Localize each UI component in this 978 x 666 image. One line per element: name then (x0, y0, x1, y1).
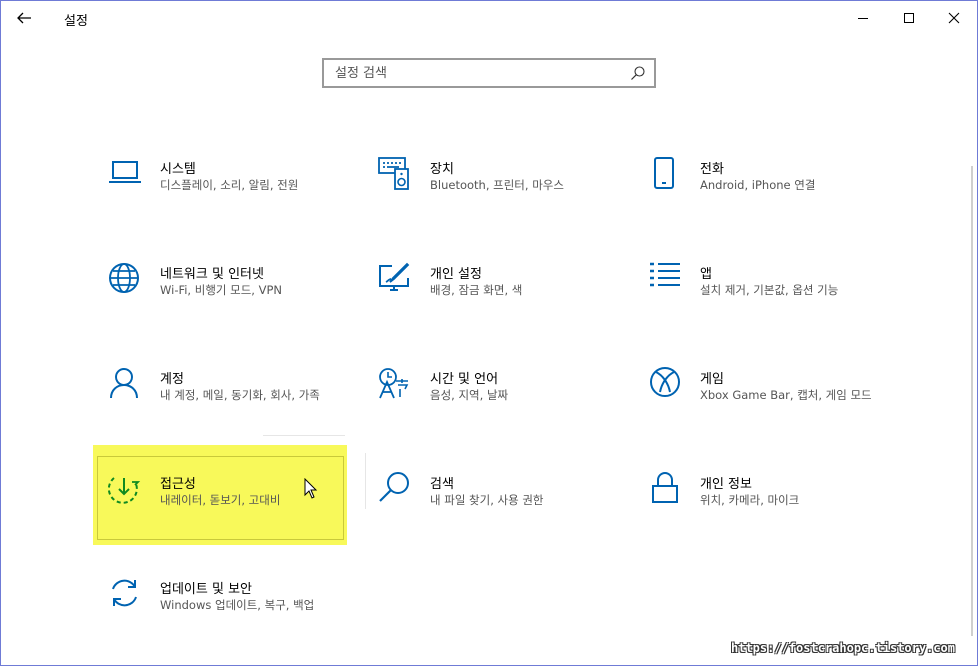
close-button[interactable] (934, 4, 974, 32)
tile-description: 위치, 카메라, 마이크 (700, 493, 800, 507)
tile-title: 업데이트 및 보안 (160, 582, 252, 597)
watermark: https://fostcrahopc.tistory.com (731, 641, 955, 655)
tile-title: 접근성 (160, 477, 196, 492)
person-icon (110, 368, 138, 399)
title-bar: 설정 (1, 1, 977, 35)
tile-title: 전화 (700, 162, 724, 177)
tile-title: 앱 (700, 267, 712, 282)
lock-icon (652, 472, 678, 503)
tile-title: 개인 정보 (700, 477, 752, 492)
tile-title: 장치 (430, 162, 454, 177)
tile-personalization[interactable]: 개인 설정 배경, 잠금 화면, 색 (378, 262, 628, 352)
settings-window: 설정 시스템 (0, 0, 978, 666)
minimize-button[interactable] (843, 4, 883, 32)
laptop-icon (109, 161, 141, 183)
tile-title: 계정 (160, 372, 184, 387)
maximize-button[interactable] (889, 4, 929, 32)
tile-description: 음성, 지역, 날짜 (430, 388, 509, 402)
magnifier-icon (379, 472, 409, 502)
tile-description: 배경, 잠금 화면, 색 (430, 283, 523, 297)
search-icon[interactable] (630, 65, 646, 81)
tile-description: 디스플레이, 소리, 알림, 전원 (160, 178, 299, 192)
scrollbar[interactable] (971, 166, 973, 636)
tile-description: Wi-Fi, 비행기 모드, VPN (160, 283, 283, 297)
tile-network[interactable]: 네트워크 및 인터넷 Wi-Fi, 비행기 모드, VPN (108, 262, 358, 352)
tile-ease-of-access[interactable]: 접근성 내레이터, 돋보기, 고대비 (108, 472, 358, 562)
tile-gaming[interactable]: 게임 Xbox Game Bar, 캡처, 게임 모드 (648, 367, 898, 457)
search-input[interactable] (324, 60, 625, 86)
tile-accounts[interactable]: 계정 내 계정, 메일, 동기화, 회사, 가족 (108, 367, 358, 457)
back-arrow-icon (17, 12, 31, 24)
phone-icon (654, 157, 674, 189)
tile-title: 개인 설정 (430, 267, 482, 282)
sync-icon (112, 579, 137, 607)
tile-description: Bluetooth, 프린터, 마우스 (430, 178, 564, 192)
tile-time-language[interactable]: 시간 및 언어 음성, 지역, 날짜 (378, 367, 628, 457)
tile-phone[interactable]: 전화 Android, iPhone 연결 (648, 157, 898, 247)
close-icon (948, 12, 960, 24)
tile-description: Android, iPhone 연결 (700, 178, 816, 192)
app-title: 설정 (64, 14, 88, 29)
tile-description: 설치 제거, 기본값, 옵션 기능 (700, 283, 839, 297)
app-list-icon (650, 262, 680, 287)
ease-of-access-icon (108, 477, 141, 504)
tile-description: Windows 업데이트, 복구, 백업 (160, 598, 315, 612)
minimize-icon (858, 18, 868, 19)
tile-description: 내 파일 찾기, 사용 권한 (430, 493, 544, 507)
tile-title: 검색 (430, 477, 454, 492)
paint-monitor-icon (379, 262, 410, 291)
tile-update-security[interactable]: 업데이트 및 보안 Windows 업데이트, 복구, 백업 (108, 577, 358, 665)
globe-icon (109, 263, 139, 293)
tile-title: 네트워크 및 인터넷 (160, 267, 264, 282)
tile-devices[interactable]: 장치 Bluetooth, 프린터, 마우스 (378, 157, 628, 247)
xbox-icon (650, 367, 680, 397)
tile-apps[interactable]: 앱 설치 제거, 기본값, 옵션 기능 (648, 262, 898, 352)
keyboard-speaker-icon (378, 157, 409, 190)
tile-title: 시간 및 언어 (430, 372, 499, 387)
tile-description: 내 계정, 메일, 동기화, 회사, 가족 (160, 388, 320, 402)
maximize-icon (904, 13, 914, 23)
divider (365, 453, 366, 509)
search-box (322, 58, 656, 88)
tile-system[interactable]: 시스템 디스플레이, 소리, 알림, 전원 (108, 157, 358, 247)
mouse-cursor-icon (304, 478, 318, 499)
tile-title: 게임 (700, 372, 724, 387)
tile-privacy[interactable]: 개인 정보 위치, 카메라, 마이크 (648, 472, 898, 562)
time-language-icon (379, 368, 409, 399)
tile-title: 시스템 (160, 162, 196, 177)
tile-search[interactable]: 검색 내 파일 찾기, 사용 권한 (378, 472, 628, 562)
tile-description: Xbox Game Bar, 캡처, 게임 모드 (700, 388, 872, 402)
back-button[interactable] (9, 4, 39, 32)
